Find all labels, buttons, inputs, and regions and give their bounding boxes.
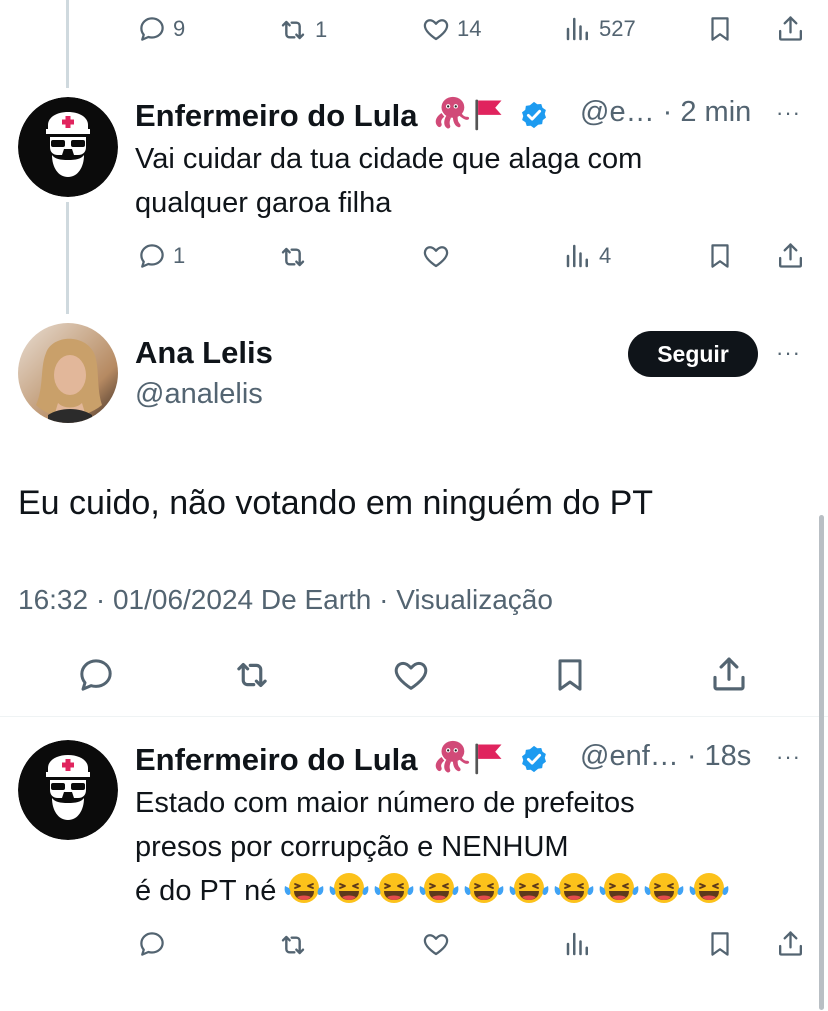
repost-button[interactable]: [231, 654, 273, 696]
laughing-emoji-icon: [282, 870, 326, 906]
repost-icon: [277, 241, 309, 273]
more-button[interactable]: ···: [776, 340, 801, 366]
like-icon: [421, 14, 451, 44]
like-button[interactable]: [391, 655, 431, 695]
laughing-emojis: [282, 870, 731, 906]
bookmark-icon: [550, 655, 590, 695]
views-icon: [563, 241, 593, 271]
more-icon: ···: [776, 340, 801, 365]
reply-button[interactable]: 9: [137, 14, 185, 44]
repost-count: 1: [315, 17, 328, 42]
laughing-emoji-icon: [372, 870, 416, 906]
more-icon: ···: [776, 100, 801, 125]
bookmark-button[interactable]: [550, 655, 590, 695]
reply-count: 9: [173, 16, 186, 41]
author-handle[interactable]: @e… · 2 min: [580, 96, 751, 129]
divider: [0, 716, 828, 717]
laughing-emoji-icon: [417, 870, 461, 906]
like-icon: [421, 929, 451, 959]
thread-line-middle: [66, 202, 69, 314]
tweet-text: Vai cuidar da tua cidade que alaga com q…: [135, 143, 643, 219]
scrollbar[interactable]: [819, 515, 824, 1010]
laughing-emoji-icon: [327, 870, 371, 906]
octopus-icon: [432, 94, 470, 132]
like-icon: [391, 655, 431, 695]
like-button[interactable]: [421, 929, 451, 959]
views-icon: [563, 14, 593, 44]
share-button[interactable]: [775, 928, 806, 959]
share-button[interactable]: [775, 13, 806, 44]
profile-photo: [36, 338, 102, 423]
octopus-icon: [432, 738, 470, 776]
repost-icon: [277, 14, 309, 46]
repost-icon: [231, 654, 273, 696]
tweet-time: · 2 min: [662, 96, 752, 128]
views-icon: [563, 929, 593, 959]
more-icon: ···: [776, 744, 801, 769]
reply-icon: [76, 655, 116, 695]
laughing-emoji-icon: [507, 870, 551, 906]
reply-count: 1: [173, 243, 186, 268]
reply-button[interactable]: [76, 655, 116, 695]
red-flag-icon: [470, 96, 506, 132]
views-button[interactable]: [563, 929, 593, 959]
share-icon: [708, 653, 750, 695]
views-button[interactable]: 4: [563, 241, 611, 271]
laughing-emoji-icon: [642, 870, 686, 906]
share-button[interactable]: [775, 240, 806, 271]
author-handle[interactable]: @enf… · 18s: [580, 740, 751, 773]
like-button[interactable]: [421, 241, 451, 271]
author-name[interactable]: Enfermeiro do Lula: [135, 94, 549, 134]
author-name[interactable]: Enfermeiro do Lula: [135, 738, 549, 778]
nurse-avatar-icon: [18, 740, 118, 840]
repost-button[interactable]: [277, 929, 309, 961]
bookmark-button[interactable]: [705, 14, 735, 44]
like-count: 14: [457, 16, 482, 41]
tweet-timestamp[interactable]: 16:32 · 01/06/2024 De Earth · Visualizaç…: [18, 584, 553, 616]
nurse-avatar-icon: [18, 97, 118, 197]
tweet-time: · 18s: [686, 740, 752, 772]
avatar-enfermeiro[interactable]: [18, 97, 118, 197]
share-icon: [775, 240, 806, 271]
avatar-ana-lelis[interactable]: [18, 323, 118, 423]
verified-icon: [519, 744, 549, 774]
reply-icon: [137, 14, 167, 44]
reply-button[interactable]: 1: [137, 241, 185, 271]
like-button[interactable]: 14: [421, 14, 481, 44]
main-tweet-text: Eu cuido, não votando em ninguém do PT: [18, 484, 654, 522]
more-button[interactable]: ···: [776, 100, 801, 126]
author-name[interactable]: Ana Lelis: [135, 335, 273, 371]
repost-button[interactable]: 1: [277, 14, 327, 46]
like-icon: [421, 241, 451, 271]
thread-line-top: [66, 0, 69, 88]
laughing-emoji-icon: [552, 870, 596, 906]
share-icon: [775, 13, 806, 44]
more-button[interactable]: ···: [776, 744, 801, 770]
share-button[interactable]: [708, 653, 750, 695]
repost-icon: [277, 929, 309, 961]
repost-button[interactable]: [277, 241, 309, 273]
laughing-emoji-icon: [597, 870, 641, 906]
tweet-text: Estado com maior número de prefeitos pre…: [135, 781, 795, 913]
views-count: 527: [599, 16, 636, 41]
share-icon: [775, 928, 806, 959]
reply-icon: [137, 241, 167, 271]
avatar-enfermeiro[interactable]: [18, 740, 118, 840]
laughing-emoji-icon: [687, 870, 731, 906]
laughing-emoji-icon: [462, 870, 506, 906]
bookmark-icon: [705, 14, 735, 44]
author-handle[interactable]: @analelis: [135, 378, 263, 411]
views-button[interactable]: 527: [563, 14, 636, 44]
verified-icon: [519, 100, 549, 130]
bookmark-icon: [705, 929, 735, 959]
bookmark-button[interactable]: [705, 929, 735, 959]
red-flag-icon: [470, 740, 506, 776]
follow-button[interactable]: Seguir: [628, 331, 758, 377]
views-count: 4: [599, 243, 612, 268]
reply-button[interactable]: [137, 929, 167, 959]
bookmark-button[interactable]: [705, 241, 735, 271]
reply-icon: [137, 929, 167, 959]
bookmark-icon: [705, 241, 735, 271]
